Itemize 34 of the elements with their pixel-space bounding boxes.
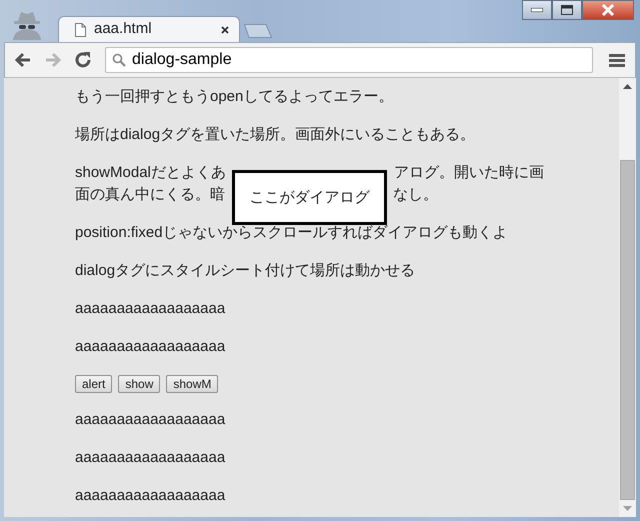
page-button[interactable]: alert bbox=[75, 375, 112, 393]
incognito-icon bbox=[10, 10, 44, 40]
page-icon bbox=[75, 22, 86, 36]
paragraph-text: もう一回押すともうopenしてるよってエラー。 bbox=[75, 87, 394, 107]
menu-icon bbox=[609, 53, 625, 67]
minimize-icon bbox=[531, 8, 543, 12]
paragraph-text: なし。 bbox=[393, 185, 438, 205]
close-icon[interactable] bbox=[219, 24, 231, 36]
reload-icon bbox=[73, 50, 93, 70]
paragraph-text: dialogタグにスタイルシート付けて場所は動かせる bbox=[75, 261, 416, 281]
search-icon bbox=[112, 53, 126, 67]
maximize-icon bbox=[561, 5, 573, 15]
paragraph-text: showModalだとよくあ bbox=[75, 163, 226, 183]
forward-arrow-icon bbox=[43, 50, 63, 70]
browser-tab[interactable]: aaa.html bbox=[58, 16, 240, 42]
scroll-up-arrow[interactable] bbox=[623, 84, 632, 89]
paragraph-text: 面の真ん中にくる。暗 bbox=[75, 185, 225, 205]
paragraph-text: アログ。開いた時に画 bbox=[394, 163, 544, 183]
page-button[interactable]: showM bbox=[166, 375, 218, 393]
paragraph-text: 場所はdialogタグを置いた場所。画面外にいることもある。 bbox=[75, 125, 476, 145]
paragraph-text: aaaaaaaaaaaaaaaaaa bbox=[75, 337, 226, 357]
paragraph-text: aaaaaaaaaaaaaaaaaa bbox=[75, 299, 226, 319]
back-arrow-icon bbox=[13, 50, 33, 70]
close-button[interactable] bbox=[582, 0, 634, 20]
paragraph-text: aaaaaaaaaaaaaaaaaa bbox=[75, 486, 226, 506]
scrollbar-thumb[interactable] bbox=[620, 160, 635, 500]
close-icon bbox=[601, 4, 615, 16]
maximize-button[interactable] bbox=[552, 0, 582, 20]
paragraph-text: aaaaaaaaaaaaaaaaaa bbox=[75, 410, 226, 430]
dialog-text: ここがダイアログ bbox=[250, 188, 370, 208]
minimize-button[interactable] bbox=[522, 0, 552, 20]
page-button[interactable]: show bbox=[118, 375, 160, 393]
paragraph-text: aaaaaaaaaaaaaaaaaa bbox=[75, 448, 226, 468]
paragraph-text: position:fixedじゃないからスクロールすればダイアログも動くよ bbox=[75, 223, 509, 243]
